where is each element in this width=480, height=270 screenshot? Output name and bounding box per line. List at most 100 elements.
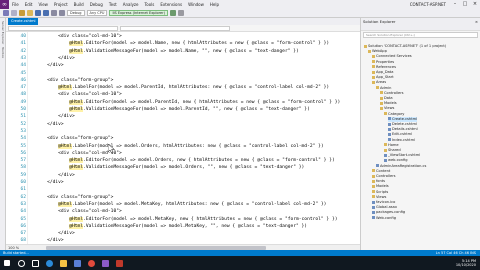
code-line[interactable]: </div> xyxy=(36,237,64,244)
chrome-icon[interactable] xyxy=(84,256,98,270)
menu-extensions[interactable]: Extensions xyxy=(157,0,185,9)
code-line[interactable]: @Html.ValidationMessageFor(model => mode… xyxy=(36,164,304,171)
menu-edit[interactable]: Edit xyxy=(22,0,36,9)
menu-build[interactable]: Build xyxy=(71,0,87,9)
tree-item-label: Index.cshtml xyxy=(392,137,416,142)
menu-view[interactable]: View xyxy=(35,0,51,9)
file-explorer-icon[interactable] xyxy=(56,256,70,270)
code-line[interactable]: @Html.LabelFor(model => model.MetaKey, h… xyxy=(36,201,326,208)
tree-item-label: Controllers xyxy=(376,174,396,178)
code-line[interactable]: <div class="col-md-10"> xyxy=(36,91,122,98)
browser-link-icon[interactable] xyxy=(177,10,184,16)
line-number: 68 xyxy=(20,238,26,244)
code-line[interactable]: </div> xyxy=(36,172,75,179)
start-debugging-button[interactable]: IIS Express (Internet Explorer) xyxy=(109,10,168,16)
menu-window[interactable]: Window xyxy=(185,0,207,9)
server-explorer-tab[interactable]: Server Explorer xyxy=(1,21,5,44)
code-editor[interactable]: 40 41 42 43 44 45 46 47 48 49 50 51 52 53 54 55 56 57 58 59… xyxy=(6,32,360,244)
line-number: 44 xyxy=(20,63,26,69)
minimize-icon[interactable]: – xyxy=(450,0,460,9)
solution-search-input[interactable]: Search Solution Explorer (Ctrl+;) xyxy=(363,32,478,38)
task-view-icon[interactable] xyxy=(28,256,42,270)
save-icon[interactable] xyxy=(35,10,41,16)
visual-studio-logo-icon: ∞ xyxy=(0,0,9,9)
back-icon[interactable] xyxy=(3,10,9,16)
razor-highlight: @Html xyxy=(58,85,72,91)
code-line[interactable]: @Html.LabelFor(model => model.Orders, ht… xyxy=(36,143,324,150)
folder-icon xyxy=(380,106,383,110)
code-line[interactable]: @Html.ValidationMessageFor(model => mode… xyxy=(36,106,310,113)
line-number-gutter: 40 41 42 43 44 45 46 47 48 49 50 51 52 53 54 55 56 57 58 59… xyxy=(6,32,28,244)
code-line[interactable]: @Html.LabelFor(model => model.ParentId, … xyxy=(36,84,329,91)
code-line[interactable]: <div class="form-group"> xyxy=(36,77,113,84)
line-number: 55 xyxy=(20,143,26,149)
razor-highlight: @Html xyxy=(69,216,84,222)
line-number: 64 xyxy=(20,209,26,215)
new-project-icon[interactable] xyxy=(19,10,25,16)
configuration-dropdown[interactable]: Debug xyxy=(67,10,85,16)
folder-icon xyxy=(384,148,387,152)
solution-tree-item[interactable]: Web.config xyxy=(372,216,396,221)
menu-analyze[interactable]: Analyze xyxy=(120,0,142,9)
menu-debug[interactable]: Debug xyxy=(87,0,106,9)
panel-close-icon[interactable]: × xyxy=(475,18,478,25)
solution-explorer-title: Solution Explorer xyxy=(363,19,396,24)
menu-tools[interactable]: Tools xyxy=(142,0,158,9)
save-all-icon[interactable] xyxy=(43,10,49,16)
code-line[interactable]: @Html.EditorFor(model => model.MetaKey, … xyxy=(36,216,338,223)
code-line[interactable]: @Html.EditorFor(model => model.ParentId,… xyxy=(36,99,340,106)
windows-start-icon[interactable] xyxy=(0,256,14,270)
code-line[interactable]: <div class="col-md-10"> xyxy=(36,33,122,40)
search-icon[interactable] xyxy=(14,256,28,270)
sql-server-icon[interactable] xyxy=(112,256,126,270)
tree-item-label: App_Start xyxy=(376,75,394,80)
platform-dropdown[interactable]: Any CPU xyxy=(86,10,108,16)
code-line[interactable]: <div class="form-group"> xyxy=(36,194,113,201)
line-number: 60 xyxy=(20,180,26,185)
code-line[interactable]: @Html.EditorFor(model => model.Orders, n… xyxy=(36,157,335,164)
code-line[interactable]: </div> xyxy=(36,113,75,120)
file-icon xyxy=(388,127,391,131)
menu-project[interactable]: Project xyxy=(51,0,71,9)
line-number: 62 xyxy=(20,194,26,200)
tree-item-label: web.config xyxy=(388,158,408,163)
code-line[interactable]: @Html.ValidationMessageFor(model => mode… xyxy=(36,223,307,230)
undo-icon[interactable] xyxy=(51,10,57,16)
refresh-icon[interactable] xyxy=(169,10,176,16)
code-line[interactable]: @Html.ValidationMessageFor(model => mode… xyxy=(36,48,299,55)
code-line[interactable]: <div class="form-group"> xyxy=(36,135,113,142)
folder-icon xyxy=(372,195,375,199)
visual-studio-icon[interactable] xyxy=(98,256,112,270)
folder-icon xyxy=(372,174,375,178)
code-line[interactable]: </div> xyxy=(36,121,64,128)
folder-icon xyxy=(372,184,375,188)
file-icon xyxy=(372,200,375,204)
code-line[interactable]: </div> xyxy=(36,55,75,62)
file-icon xyxy=(372,205,375,209)
edge-icon[interactable] xyxy=(42,256,56,270)
tree-item-label: _ViewStart.cshtml xyxy=(388,153,421,158)
toolbox-tab[interactable]: Toolbox xyxy=(1,47,5,58)
code-line[interactable]: </div> xyxy=(36,230,75,237)
menu-test[interactable]: Test xyxy=(106,0,120,9)
maximize-icon[interactable]: □ xyxy=(460,0,470,9)
open-icon[interactable] xyxy=(27,10,33,16)
redo-icon[interactable] xyxy=(59,10,65,16)
menu-file[interactable]: File xyxy=(9,0,22,9)
tree-item-label: Web.config xyxy=(376,215,396,220)
code-line[interactable]: </div> xyxy=(36,179,64,186)
tree-item-label: Models xyxy=(384,101,397,106)
code-line[interactable]: <div class="col-md-10"> xyxy=(36,208,122,215)
store-icon[interactable] xyxy=(70,256,84,270)
tree-item-label: Home xyxy=(388,142,399,147)
code-line[interactable]: @Html.EditorFor(model => model.Name, new… xyxy=(36,40,329,47)
forward-icon[interactable] xyxy=(11,10,17,16)
folder-icon xyxy=(372,75,375,79)
menu-help[interactable]: Help xyxy=(207,0,222,9)
code-line[interactable]: </div> xyxy=(36,62,64,69)
close-icon[interactable]: × xyxy=(470,0,480,9)
scope-dropdown[interactable] xyxy=(8,25,118,31)
member-dropdown[interactable] xyxy=(120,25,230,31)
line-number: 65 xyxy=(20,216,26,222)
tab-create-cshtml[interactable]: Create.cshtml xyxy=(8,18,39,25)
